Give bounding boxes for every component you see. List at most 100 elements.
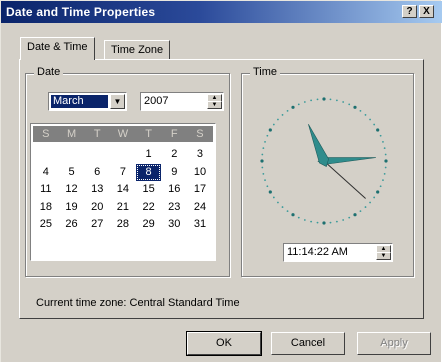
calendar-day[interactable]: 22 xyxy=(136,199,162,217)
clock-minute-marker xyxy=(364,114,367,116)
clock-hour-marker xyxy=(268,128,272,132)
clock-hour-marker xyxy=(260,159,264,163)
calendar-day[interactable]: 27 xyxy=(84,216,110,234)
clock-hour-marker xyxy=(291,213,295,217)
month-value: March xyxy=(51,95,108,108)
clock-minute-marker xyxy=(277,118,279,121)
clock-minute-marker xyxy=(303,219,306,221)
month-dropdown[interactable]: March ▼ xyxy=(48,92,127,111)
window-title: Date and Time Properties xyxy=(6,5,156,19)
calendar-day[interactable]: 5 xyxy=(59,164,85,182)
year-value: 2007 xyxy=(144,95,169,107)
calendar-day[interactable]: 25 xyxy=(33,216,59,234)
clock-minute-marker xyxy=(379,185,382,188)
clock-minute-marker xyxy=(348,216,351,219)
clock-minute-marker xyxy=(262,147,265,150)
calendar-day[interactable]: 10 xyxy=(187,164,213,182)
chevron-down-icon[interactable]: ▼ xyxy=(110,94,125,109)
calendar-day[interactable]: 13 xyxy=(84,181,110,199)
calendar-day[interactable]: 29 xyxy=(136,216,162,234)
year-spinner[interactable]: 2007 ▲ ▼ xyxy=(140,92,224,111)
calendar-empty-cell xyxy=(59,146,85,164)
clock-minute-marker xyxy=(297,216,300,219)
calendar-day[interactable]: 7 xyxy=(110,164,136,182)
calendar-day[interactable]: 16 xyxy=(161,181,187,199)
date-time-properties-window: Date and Time Properties ? X Date & Time… xyxy=(0,0,442,362)
clock-minute-marker xyxy=(359,210,362,213)
clock-minute-marker xyxy=(281,114,284,116)
clock-minute-marker xyxy=(384,153,387,156)
clock-hour-hand xyxy=(308,124,329,167)
clock-minute-marker xyxy=(303,101,306,103)
calendar-day[interactable]: 30 xyxy=(161,216,187,234)
tab-time-zone[interactable]: Time Zone xyxy=(104,40,171,60)
weekday-header: S xyxy=(196,128,204,140)
cancel-button[interactable]: Cancel xyxy=(271,332,345,355)
clock-hour-marker xyxy=(384,159,388,163)
title-bar[interactable]: Date and Time Properties ? X xyxy=(1,1,442,23)
calendar-day[interactable]: 4 xyxy=(33,164,59,182)
calendar-day[interactable]: 14 xyxy=(110,181,136,199)
weekday-header: W xyxy=(117,128,129,140)
apply-button[interactable]: Apply xyxy=(357,332,431,355)
weekday-header: S xyxy=(42,128,50,140)
weekday-header: F xyxy=(170,128,178,140)
clock-hour-marker xyxy=(322,221,326,225)
clock-minute-marker xyxy=(382,179,384,182)
time-group-label: Time xyxy=(250,66,281,78)
calendar-day[interactable]: 20 xyxy=(84,199,110,217)
clock-minute-marker xyxy=(329,98,332,101)
clock-minute-marker xyxy=(329,221,332,224)
calendar-day[interactable]: 24 xyxy=(187,199,213,217)
clock-minute-marker xyxy=(262,172,265,175)
calendar-day[interactable]: 21 xyxy=(110,199,136,217)
close-button[interactable]: X xyxy=(419,5,434,18)
clock-minute-marker xyxy=(369,118,371,121)
calendar-day[interactable]: 23 xyxy=(161,199,187,217)
calendar-day[interactable]: 17 xyxy=(187,181,213,199)
clock-minute-marker xyxy=(359,109,362,112)
clock-hour-marker xyxy=(353,105,357,109)
calendar-day[interactable]: 18 xyxy=(33,199,59,217)
time-down-arrow-icon[interactable]: ▼ xyxy=(376,252,391,260)
year-down-arrow-icon[interactable]: ▼ xyxy=(207,101,222,109)
calendar-day[interactable]: 26 xyxy=(59,216,85,234)
tab-date-time[interactable]: Date & Time xyxy=(20,37,95,60)
clock-minute-marker xyxy=(348,103,351,106)
clock-minute-marker xyxy=(383,147,386,150)
calendar-day[interactable]: 3 xyxy=(187,146,213,164)
date-group-label: Date xyxy=(34,66,64,78)
calendar-day[interactable]: 8 xyxy=(135,163,162,181)
calendar-day[interactable]: 19 xyxy=(59,199,85,217)
time-spinner[interactable]: 11:14:22 AM ▲ ▼ xyxy=(283,243,393,262)
time-value[interactable]: 11:14:22 AM xyxy=(287,246,348,259)
clock-minute-marker xyxy=(286,210,289,213)
clock-minute-marker xyxy=(277,201,279,204)
clock-minute-marker xyxy=(335,220,338,223)
calendar-day[interactable]: 12 xyxy=(59,181,85,199)
clock-hour-marker xyxy=(322,97,326,101)
analog-clock xyxy=(260,97,388,225)
calendar-day[interactable]: 28 xyxy=(110,216,136,234)
clock-hour-marker xyxy=(376,190,380,194)
ok-button[interactable]: OK xyxy=(186,331,262,356)
calendar-day[interactable]: 2 xyxy=(161,146,187,164)
help-button[interactable]: ? xyxy=(402,5,417,18)
calendar-day[interactable]: 15 xyxy=(136,181,162,199)
calendar-day[interactable]: 1 xyxy=(136,146,162,164)
clock-minute-marker xyxy=(342,219,345,221)
weekday-header: T xyxy=(145,128,152,140)
calendar-day[interactable]: 6 xyxy=(84,164,110,182)
calendar-day[interactable]: 11 xyxy=(33,181,59,199)
calendar-day[interactable]: 31 xyxy=(187,216,213,234)
calendar-empty-cell xyxy=(33,146,59,164)
current-time-zone-text: Current time zone: Central Standard Time xyxy=(36,297,240,309)
clock-minute-marker xyxy=(297,103,300,106)
clock-minute-marker xyxy=(266,185,269,188)
calendar-day[interactable]: 9 xyxy=(161,164,187,182)
weekday-header: M xyxy=(66,128,77,140)
clock-minute-marker xyxy=(310,220,313,223)
clock-minute-marker xyxy=(264,179,266,182)
clock-hour-marker xyxy=(268,190,272,194)
clock-hour-marker xyxy=(353,213,357,217)
